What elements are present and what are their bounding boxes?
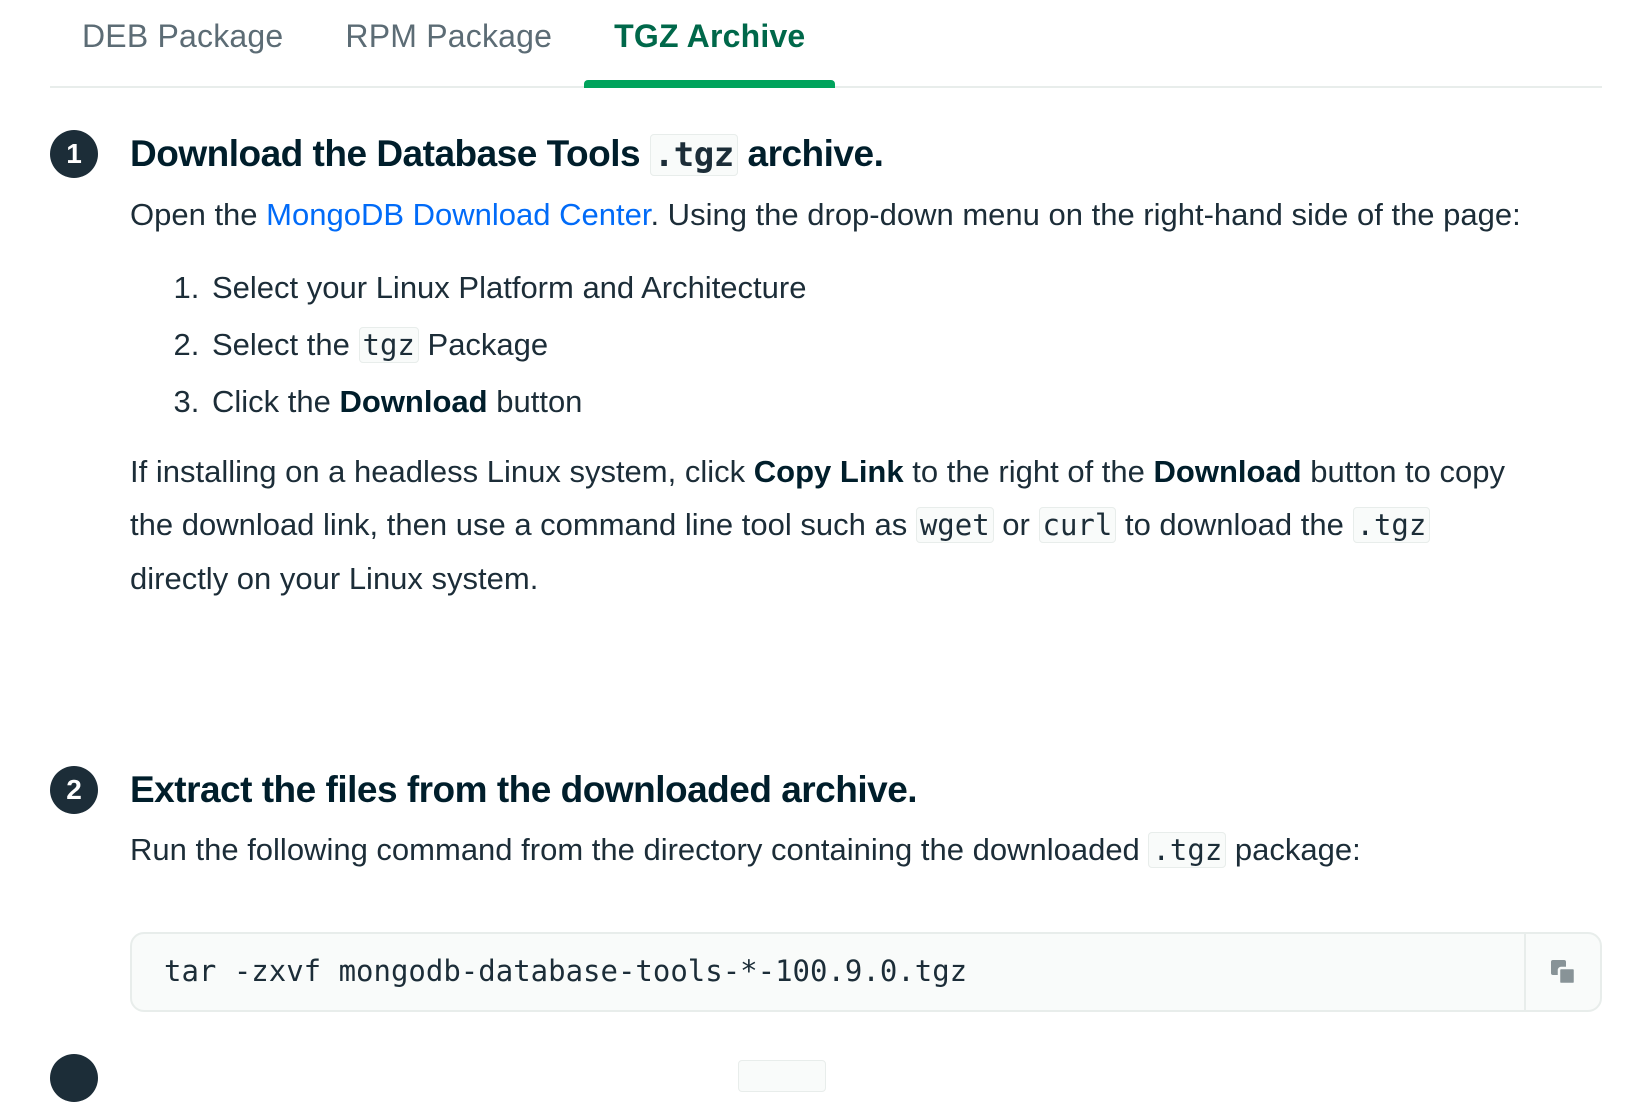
- headless-note: If installing on a headless Linux system…: [130, 445, 1530, 605]
- step-3-badge-partial: [50, 1054, 98, 1102]
- copy-icon: [1551, 960, 1577, 986]
- docs-page: DEB Package RPM Package TGZ Archive 1 Do…: [0, 0, 1648, 1102]
- text: Select the: [212, 327, 350, 362]
- title-text: Download the Database Tools: [130, 133, 641, 174]
- inline-code: .tgz: [1148, 832, 1227, 868]
- step-number-badge: 1: [50, 130, 98, 178]
- text: button: [496, 384, 583, 419]
- intro-paragraph: Open the MongoDB Download Center. Using …: [130, 187, 1602, 243]
- bold-text: Download: [339, 384, 488, 419]
- step-2-paragraph: Run the following command from the direc…: [130, 822, 1602, 878]
- text: Click the: [212, 384, 331, 419]
- tab-tgz-archive[interactable]: TGZ Archive: [584, 0, 836, 88]
- step-title: Download the Database Tools .tgz archive…: [130, 130, 1602, 179]
- instructions-list: Select your Linux Platform and Architect…: [130, 267, 1602, 423]
- title-text: archive.: [747, 133, 884, 174]
- package-tabs: DEB Package RPM Package TGZ Archive: [50, 0, 1602, 88]
- text: . Using the drop-down menu on the right-…: [650, 197, 1521, 232]
- list-item: Select your Linux Platform and Architect…: [208, 267, 1602, 309]
- inline-code-partial: [738, 1060, 826, 1092]
- bold-text: Copy Link: [753, 454, 904, 489]
- text: If installing on a headless Linux system…: [130, 454, 746, 489]
- inline-code: .tgz: [649, 134, 738, 176]
- code-block: tar -zxvf mongodb-database-tools-*-100.9…: [130, 932, 1602, 1012]
- tab-rpm-package[interactable]: RPM Package: [315, 0, 584, 68]
- inline-code: .tgz: [1352, 507, 1431, 543]
- inline-code: curl: [1038, 507, 1117, 543]
- text: directly on your Linux system.: [130, 561, 539, 596]
- command-text[interactable]: tar -zxvf mongodb-database-tools-*-100.9…: [164, 954, 967, 988]
- text: Open the: [130, 197, 258, 232]
- text: Package: [427, 327, 549, 362]
- text: Select your Linux Platform and Architect…: [212, 270, 807, 305]
- inline-code: wget: [915, 507, 994, 543]
- list-item: Select the tgz Package: [208, 324, 1602, 366]
- download-center-link[interactable]: MongoDB Download Center: [266, 197, 650, 232]
- list-item: Click the Download button: [208, 381, 1602, 423]
- copy-button[interactable]: [1524, 934, 1600, 1010]
- step-number-badge: 2: [50, 766, 98, 814]
- text: to download the: [1124, 507, 1344, 542]
- text: package:: [1234, 832, 1361, 867]
- step-title: Extract the files from the downloaded ar…: [130, 769, 918, 810]
- bold-text: Download: [1153, 454, 1302, 489]
- inline-code: tgz: [358, 327, 419, 363]
- text: to the right of the: [912, 454, 1145, 489]
- tab-deb-package[interactable]: DEB Package: [50, 0, 315, 68]
- text: Run the following command from the direc…: [130, 832, 1140, 867]
- text: or: [1002, 507, 1030, 542]
